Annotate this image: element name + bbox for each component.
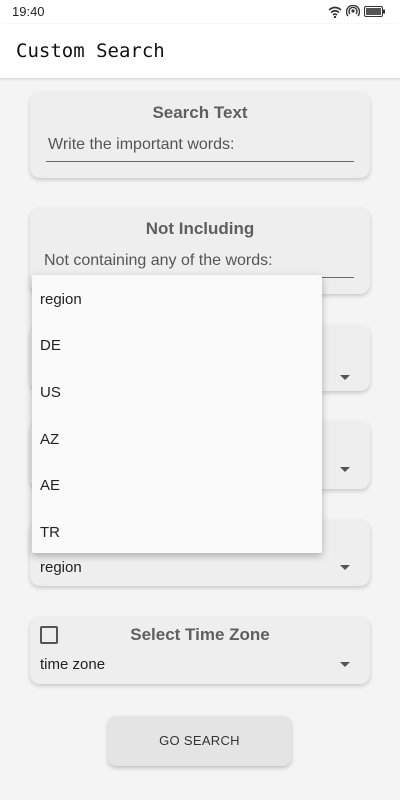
dropdown-option-region[interactable]: region bbox=[40, 291, 82, 308]
status-bar: 19:40 bbox=[0, 0, 400, 24]
dropdown-menu: region DE US AZ AE TR bbox=[32, 275, 322, 553]
not-including-title: Not Including bbox=[145, 219, 255, 238]
app-bar: Custom Search bbox=[0, 24, 400, 78]
time-zone-select-value[interactable]: time zone bbox=[40, 656, 105, 673]
dropdown-option-ae[interactable]: AE bbox=[40, 477, 60, 494]
chevron-down-icon[interactable] bbox=[340, 375, 350, 380]
battery-icon bbox=[364, 6, 385, 17]
time-zone-card: Select Time Zone time zone bbox=[30, 617, 370, 684]
status-icons bbox=[328, 5, 386, 18]
wifi-icon bbox=[328, 6, 342, 18]
status-time: 19:40 bbox=[12, 4, 45, 19]
time-zone-title: Select Time Zone bbox=[130, 625, 270, 644]
go-search-button[interactable]: GO SEARCH bbox=[108, 716, 291, 766]
dropdown-option-az[interactable]: AZ bbox=[40, 431, 59, 448]
region-select-value[interactable]: region bbox=[40, 559, 82, 576]
search-text-title: Search Text bbox=[152, 103, 248, 122]
chevron-down-icon[interactable] bbox=[340, 467, 350, 472]
search-text-input[interactable]: Write the important words: bbox=[46, 136, 354, 162]
hotspot-icon bbox=[346, 5, 360, 17]
dropdown-option-us[interactable]: US bbox=[40, 384, 61, 401]
chevron-down-icon[interactable] bbox=[340, 565, 350, 570]
dropdown-option-tr[interactable]: TR bbox=[40, 524, 60, 541]
search-text-card: Search Text Write the important words: bbox=[30, 92, 370, 178]
dropdown-option-de[interactable]: DE bbox=[40, 337, 61, 354]
chevron-down-icon[interactable] bbox=[340, 662, 350, 667]
app-title: Custom Search bbox=[16, 40, 165, 62]
